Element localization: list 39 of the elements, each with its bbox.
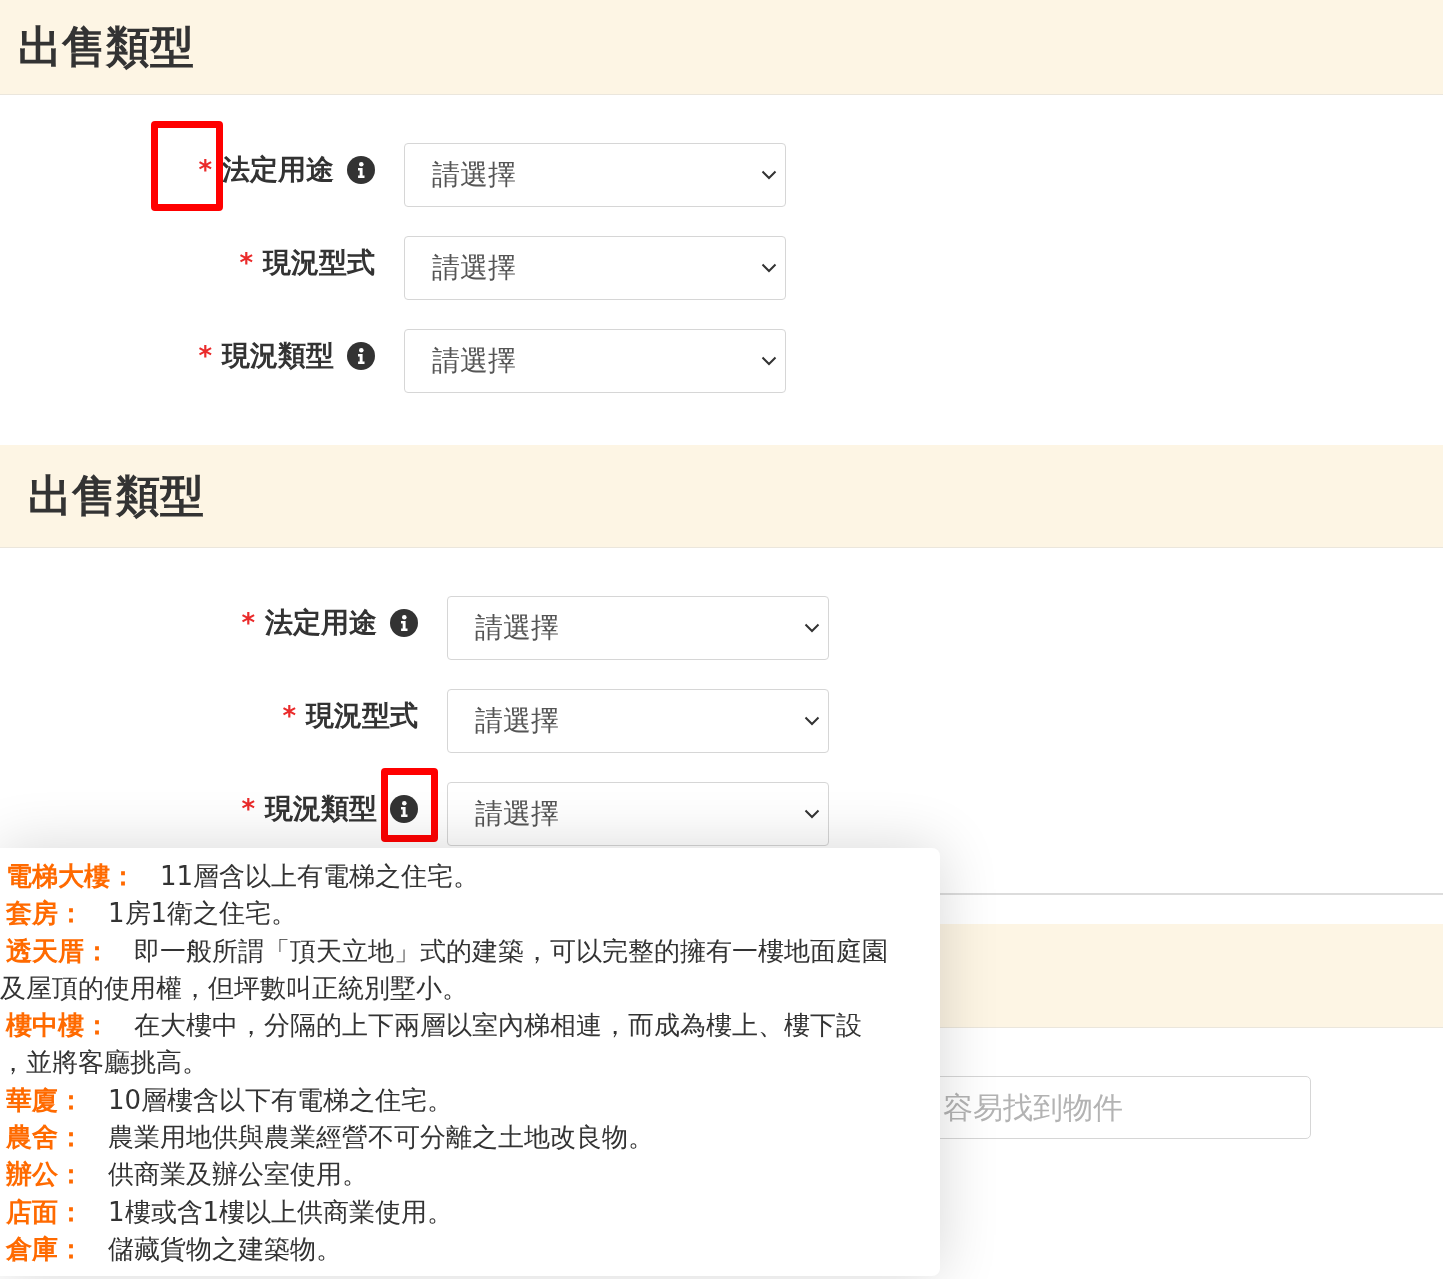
info-icon[interactable] — [347, 342, 375, 370]
info-icon[interactable] — [390, 609, 418, 637]
tooltip-entry: 電梯大樓： 11層含以上有電梯之住宅。 — [5, 860, 481, 893]
field-label: 法定用途 — [265, 605, 377, 641]
chevron-down-icon — [761, 356, 777, 366]
required-asterisk: * — [198, 155, 212, 185]
select-dropdown[interactable]: 請選擇 — [404, 143, 786, 207]
tooltip-entry: 辦公： 供商業及辦公室使用。 — [5, 1158, 369, 1192]
required-asterisk: * — [241, 608, 255, 638]
tooltip-entry: 華廈： 10層樓含以下有電梯之住宅。 — [5, 1083, 455, 1117]
tooltip-entry: 農舍： 農業用地供與農業經營不可分離之土地改良物。 — [5, 1121, 655, 1155]
chevron-down-icon — [804, 809, 820, 819]
info-icon[interactable] — [347, 156, 375, 184]
section-title: 出售類型 — [18, 20, 194, 74]
select-dropdown[interactable]: 請選擇 — [447, 596, 829, 660]
tooltip-entry: 倉庫： 儲藏貨物之建築物。 — [4, 1232, 343, 1266]
chevron-down-icon — [761, 170, 777, 180]
field-label: 法定用途 — [222, 152, 334, 188]
field-label: 現況型式 — [263, 245, 375, 281]
required-asterisk: * — [198, 341, 212, 371]
chevron-down-icon — [761, 263, 777, 273]
tooltip-entry: 套房： 1房1衛之住宅。 — [5, 897, 299, 931]
required-asterisk: * — [241, 794, 255, 824]
chevron-down-icon — [804, 716, 820, 726]
select-dropdown[interactable]: 請選擇 — [447, 689, 829, 753]
chevron-down-icon — [804, 623, 820, 633]
tooltip-entry: 樓中樓： 在大樓中，分隔的上下兩層以室內梯相連，而成為樓上、樓下設 ，並將客廳挑高。 — [0, 1009, 863, 1080]
section-title: 出售類型 — [28, 469, 204, 523]
info-icon[interactable] — [390, 795, 418, 823]
field-label: 現況類型 — [265, 791, 377, 827]
required-asterisk: * — [282, 701, 296, 731]
field-label: 現況類型 — [222, 338, 334, 374]
required-asterisk: * — [239, 248, 253, 278]
tooltip-entry: 透天厝： 即一般所謂「頂天立地」式的建築，可以完整的擁有一樓地面庭園 及屋頂的使用權，但坪數叫正統別墅小。 — [0, 934, 889, 1005]
tooltip-entry: 店面： 1樓或含1樓以上供商業使用。 — [5, 1195, 455, 1229]
field-label: 現況型式 — [306, 698, 418, 734]
select-dropdown[interactable]: 請選擇 — [404, 236, 786, 300]
select-dropdown[interactable]: 請選擇 — [404, 329, 786, 393]
select-dropdown[interactable]: 請選擇 — [447, 782, 829, 846]
